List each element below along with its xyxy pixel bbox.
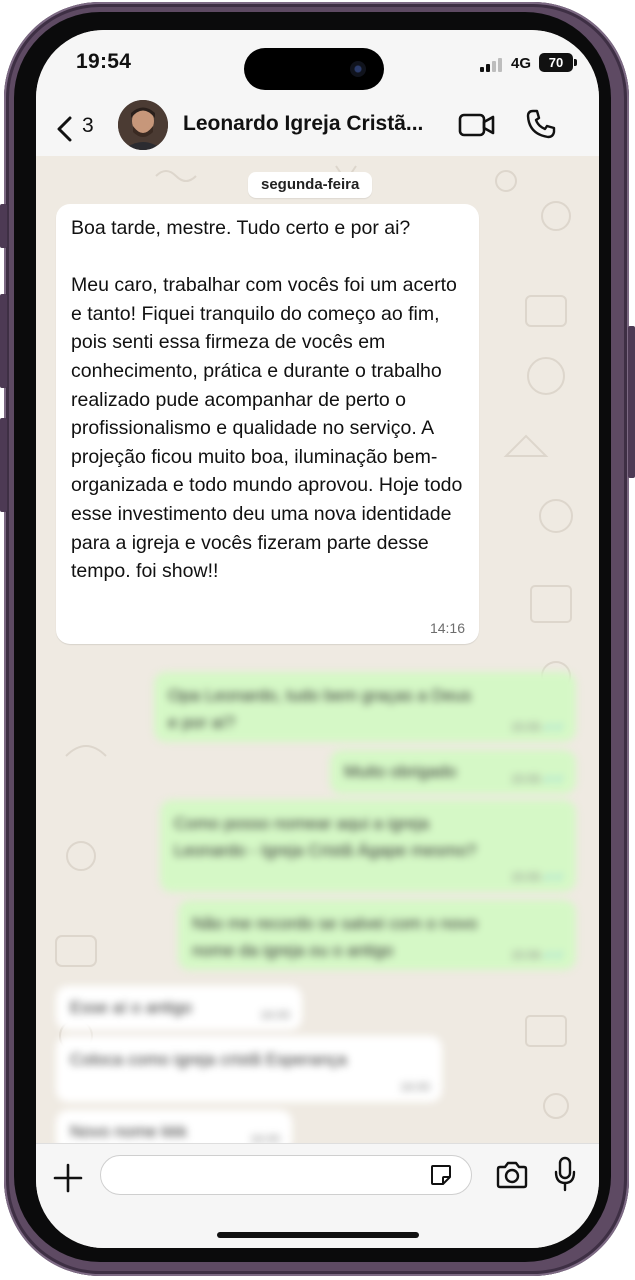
volume-down-button	[0, 418, 7, 512]
message-text: Muito obrigado	[344, 762, 457, 781]
message-time: 15:55 ✓✓	[510, 870, 564, 884]
chat-header: 3 Leonardo Igreja Cristã...	[36, 100, 599, 157]
outgoing-message[interactable]: Como posso nomear aqui a igreja Leonardo…	[160, 800, 576, 892]
battery-tip	[574, 59, 577, 66]
home-indicator[interactable]	[217, 1232, 419, 1238]
message-input[interactable]	[100, 1155, 472, 1195]
outgoing-message[interactable]: Opa Leonardo, tudo bem graças a Deus e p…	[154, 672, 576, 742]
incoming-message[interactable]: Novo nome kkk 16:00	[56, 1110, 292, 1143]
incoming-message[interactable]: Esse aí o antigo 16:00	[56, 986, 302, 1030]
outgoing-message[interactable]: Não me recordo se salvei com o novo nome…	[178, 900, 576, 970]
plus-icon[interactable]	[52, 1162, 84, 1194]
contact-name[interactable]: Leonardo Igreja Cristã...	[183, 112, 443, 136]
message-text: Coloca como igreja cristã Esperança	[70, 1050, 347, 1069]
message-text: Opa Leonardo, tudo bem graças a Deus e p…	[168, 686, 472, 732]
outgoing-message[interactable]: Muito obrigado 15:55 ✓✓	[330, 750, 576, 794]
network-label: 4G	[511, 55, 532, 72]
message-text: Esse aí o antigo	[70, 998, 192, 1017]
front-camera-icon	[350, 61, 366, 77]
message-time: 15:55 ✓✓	[510, 720, 564, 734]
message-time: 16:00	[249, 1132, 280, 1143]
phone-screen: 19:54 4G 70 3 Leonardo Igreja Cristã... …	[36, 30, 599, 1248]
incoming-message[interactable]: Boa tarde, mestre. Tudo certo e por ai? …	[56, 204, 479, 644]
message-text: Boa tarde, mestre. Tudo certo e por ai? …	[71, 217, 463, 583]
message-time: 14:16	[429, 620, 465, 636]
volume-up-button	[0, 294, 7, 388]
microphone-icon[interactable]	[554, 1156, 576, 1192]
date-separator: segunda-feira	[248, 172, 373, 198]
dynamic-island	[244, 48, 384, 90]
message-time: 16:00	[259, 1008, 290, 1022]
status-bar: 19:54 4G 70	[36, 30, 599, 100]
status-time: 19:54	[76, 50, 132, 73]
voice-call-icon[interactable]	[525, 108, 557, 140]
contact-avatar[interactable]	[118, 100, 168, 150]
incoming-message[interactable]: Coloca como igreja cristã Esperança 16:0…	[56, 1036, 442, 1102]
power-button	[628, 326, 635, 478]
message-time: 15:56 ✓✓	[510, 948, 564, 962]
back-chevron-icon[interactable]	[52, 114, 80, 144]
message-time: 16:00	[399, 1080, 430, 1094]
message-text: Novo nome kkk	[70, 1122, 188, 1141]
battery-icon: 70	[539, 53, 573, 72]
message-time: 15:55 ✓✓	[510, 772, 564, 786]
chat-area[interactable]: segunda-feira Boa tarde, mestre. Tudo ce…	[36, 156, 599, 1143]
action-button	[0, 204, 7, 248]
camera-icon[interactable]	[495, 1160, 529, 1190]
sticker-icon[interactable]	[429, 1163, 453, 1187]
back-unread-count[interactable]: 3	[82, 114, 94, 138]
video-call-icon[interactable]	[458, 110, 496, 140]
message-text: Não me recordo se salvei com o novo nome…	[192, 914, 478, 960]
composer-bar	[36, 1143, 599, 1248]
signal-icon	[480, 58, 506, 72]
message-text: Como posso nomear aqui a igreja Leonardo…	[174, 814, 477, 860]
